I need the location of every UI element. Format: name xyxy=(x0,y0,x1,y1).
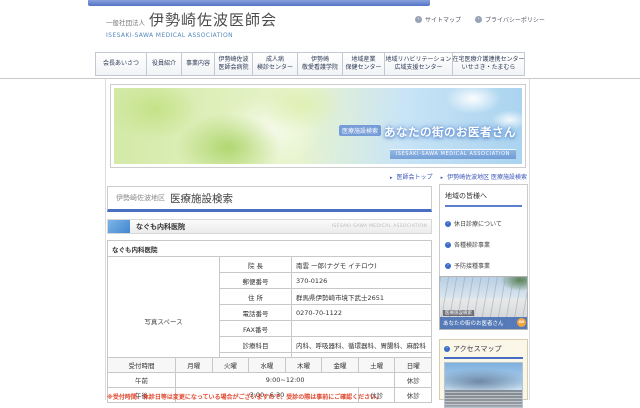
circle-arrow-icon: › xyxy=(445,220,451,227)
page-title-text: 医療施設検索 xyxy=(170,192,233,205)
page: 一般社団法人 伊勢崎佐波医師会 ISESAKI-SAWA MEDICAL ASS… xyxy=(0,0,640,408)
banner-tag: 医療施設検索 xyxy=(443,310,474,316)
table-row: 受付時間 月曜 火曜 水曜 木曜 金曜 土曜 日曜 xyxy=(107,357,432,373)
nav-item-adult-disease-center[interactable]: 成人病 検診センター xyxy=(253,52,298,76)
sidebar-community-title: 地域の皆様へ xyxy=(445,191,522,207)
page-title-area: 伊勢崎佐波地区 xyxy=(116,194,165,202)
breadcrumb-arrow-icon: ▸ xyxy=(390,175,393,181)
breadcrumb-current[interactable]: 伊勢崎佐波地区 医療施設検索 xyxy=(447,174,527,181)
go-button[interactable]: GO xyxy=(517,318,526,327)
circle-arrow-icon: › xyxy=(445,262,451,269)
nav-item-hospital[interactable]: 伊勢崎佐波 医師会病院 xyxy=(215,52,253,76)
access-map-link[interactable]: › アクセスマップ xyxy=(444,344,523,359)
sitemap-link-label: サイトマップ xyxy=(425,17,462,24)
hero-subtitle: ISESAKI-SAWA MEDICAL ASSOCIATION xyxy=(389,148,516,159)
main-navigation: 会長あいさつ 役員紹介 事業内容 伊勢崎佐波 医師会病院 成人病 検診センター … xyxy=(95,52,525,76)
breadcrumb-arrow-icon: ▸ xyxy=(440,175,444,181)
facility-search-banner[interactable]: 医療施設検索 あなたの街のお医者さん GO xyxy=(439,276,528,330)
top-accent-bar xyxy=(88,0,430,6)
page-title: 伊勢崎佐波地区 医療施設検索 xyxy=(107,186,432,212)
access-map-label: アクセスマップ xyxy=(453,345,502,353)
sitemap-link[interactable]: › サイトマップ xyxy=(415,15,461,24)
table-row: 午前 9:00~12:00 休診 xyxy=(107,372,432,388)
banner-title: あなたの街のお医者さん xyxy=(440,317,527,329)
nav-item-home-care-center[interactable]: 在宅医療介護連携センター いせさき・たまむら xyxy=(453,52,525,76)
sidebar-community-box: 地域の皆様へ › 休日診療について › 各種検診事業 › 予防接種事業 xyxy=(439,184,528,281)
clinic-table-title: なぐも内科医院 xyxy=(107,240,432,257)
nav-item-business[interactable]: 事業内容 xyxy=(182,52,215,76)
hero-title: あなたの街のお医者さん xyxy=(384,125,516,139)
nav-item-nursing-school[interactable]: 伊勢崎 敬愛看護学院 xyxy=(298,52,343,76)
sidebar-item-screenings[interactable]: › 各種検診事業 xyxy=(445,240,522,249)
org-name-english: ISESAKI-SAWA MEDICAL ASSOCIATION xyxy=(106,32,233,39)
hero-banner: 医療施設検索 あなたの街のお医者さん ISESAKI-SAWA MEDICAL A… xyxy=(110,84,526,168)
nav-item-occupational-health-center[interactable]: 地域産業 保健センター xyxy=(343,52,385,76)
circle-arrow-icon: › xyxy=(475,16,483,23)
hero-leaf-image: 医療施設検索 あなたの街のお医者さん ISESAKI-SAWA MEDICAL A… xyxy=(114,88,522,164)
table-row: なぐも内科医院 xyxy=(107,240,432,257)
section-english-text: ISESAKI-SAWA MEDICAL ASSOCIATION xyxy=(331,224,427,229)
nav-item-chairman-greeting[interactable]: 会長あいさつ xyxy=(95,52,147,76)
clinic-section-header: なぐも内科医院 ISESAKI-SAWA MEDICAL ASSOCIATION xyxy=(107,219,432,234)
sidebar-item-vaccination[interactable]: › 予防接種事業 xyxy=(445,261,522,270)
org-type-label: 一般社団法人 xyxy=(106,19,145,27)
circle-arrow-icon: › xyxy=(415,16,422,23)
access-map-photo xyxy=(444,362,523,408)
circle-arrow-icon: › xyxy=(445,241,451,248)
breadcrumb: ▸ 医師会トップ ▸ 伊勢崎佐波地区 医療施設検索 xyxy=(105,172,527,181)
section-marker-icon xyxy=(108,220,130,233)
privacy-policy-link-label: プライバシーポリシー xyxy=(485,17,545,24)
table-row: 写真スペース 院 長 南雲 一郎(ナグモ イチロウ) xyxy=(107,256,432,385)
privacy-policy-link[interactable]: › プライバシーポリシー xyxy=(475,15,545,24)
header-utility-links: › サイトマップ › プライバシーポリシー xyxy=(415,15,545,24)
nav-item-officers[interactable]: 役員紹介 xyxy=(147,52,182,76)
nav-item-rehabilitation-center[interactable]: 地域リハビリテーション 広域支援センター xyxy=(385,52,453,76)
sidebar-item-holiday-care[interactable]: › 休日診療について xyxy=(445,219,522,228)
site-logo[interactable]: 一般社団法人 伊勢崎佐波医師会 ISESAKI-SAWA MEDICAL ASS… xyxy=(106,9,277,39)
access-map-box: › アクセスマップ xyxy=(439,339,528,408)
org-name: 伊勢崎佐波医師会 xyxy=(149,11,278,29)
clinic-name-heading: なぐも内科医院 xyxy=(136,222,185,231)
hero-tag: 医療施設検索 xyxy=(338,125,381,136)
circle-arrow-icon: › xyxy=(444,346,450,352)
breadcrumb-home-link[interactable]: 医師会トップ xyxy=(397,174,433,181)
